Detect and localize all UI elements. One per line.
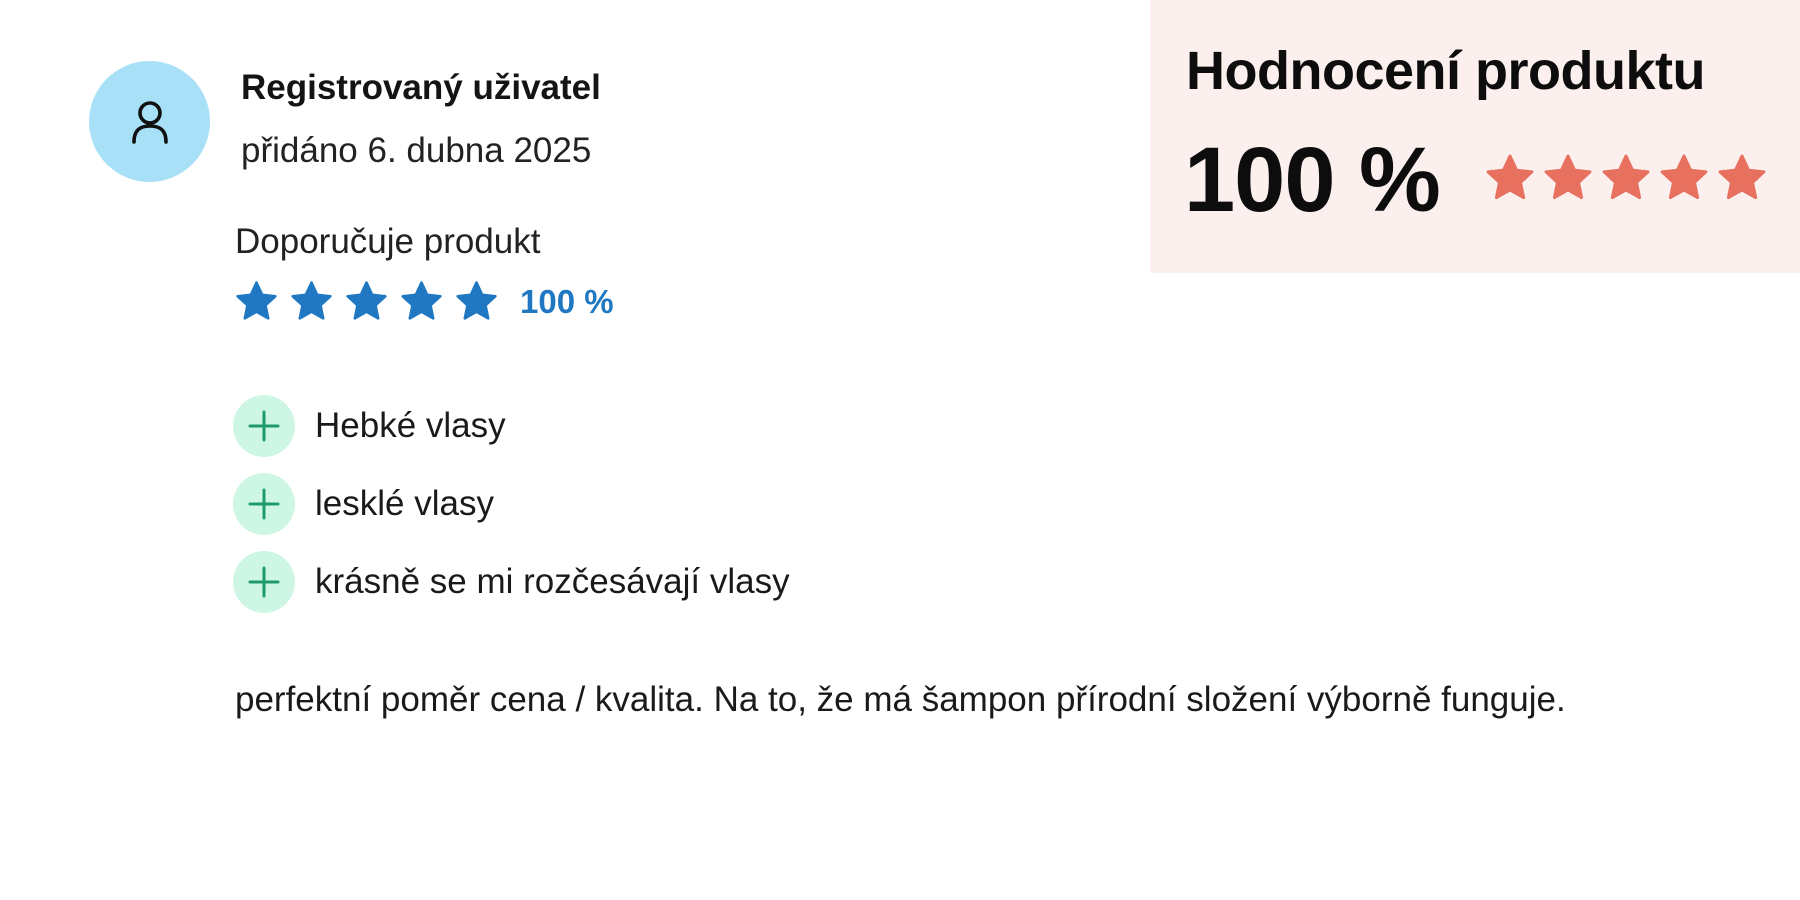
star-icon [1660, 154, 1708, 200]
review-comment: perfektní poměr cena / kvalita. Na to, ž… [235, 680, 1566, 719]
pro-item-label: krásně se mi rozčesávají vlasy [315, 562, 790, 601]
rating-summary-panel: Hodnocení produktu 100 % [1150, 0, 1800, 273]
plus-icon-badge [233, 551, 295, 613]
star-icon [1602, 154, 1650, 200]
review-rating-percent: 100 % [520, 282, 614, 320]
star-icon [346, 281, 387, 320]
pro-item: lesklé vlasy [233, 473, 790, 535]
star-icon [401, 281, 442, 320]
pro-item-label: Hebké vlasy [315, 406, 506, 445]
plus-icon-badge [233, 473, 295, 535]
star-icon [1486, 154, 1534, 200]
plus-icon [248, 410, 280, 442]
plus-icon [248, 488, 280, 520]
star-icon [456, 281, 497, 320]
review-date: přidáno 6. dubna 2025 [241, 131, 592, 170]
pro-item-label: lesklé vlasy [315, 484, 494, 523]
plus-icon-badge [233, 395, 295, 457]
review-author: Registrovaný uživatel [241, 68, 601, 107]
plus-icon [248, 566, 280, 598]
star-icon [1544, 154, 1592, 200]
review-stars [235, 280, 498, 323]
pros-list: Hebké vlasy lesklé vlasy krásně se mi rozč… [233, 395, 790, 629]
summary-score: 100 % [1184, 129, 1441, 231]
product-rating-page: Hodnocení produktu 100 % Registrovaný už… [0, 0, 1800, 900]
star-icon [236, 281, 277, 320]
star-icon [1718, 154, 1766, 200]
pro-item: Hebké vlasy [233, 395, 790, 457]
recommend-label: Doporučuje produkt [235, 222, 541, 261]
star-icon [291, 281, 332, 320]
review-rating: 100 % [235, 280, 614, 323]
pro-item: krásně se mi rozčesávají vlasy [233, 551, 790, 613]
avatar [89, 61, 210, 182]
summary-title: Hodnocení produktu [1186, 41, 1705, 101]
summary-stars [1485, 153, 1767, 203]
user-icon [131, 100, 168, 144]
